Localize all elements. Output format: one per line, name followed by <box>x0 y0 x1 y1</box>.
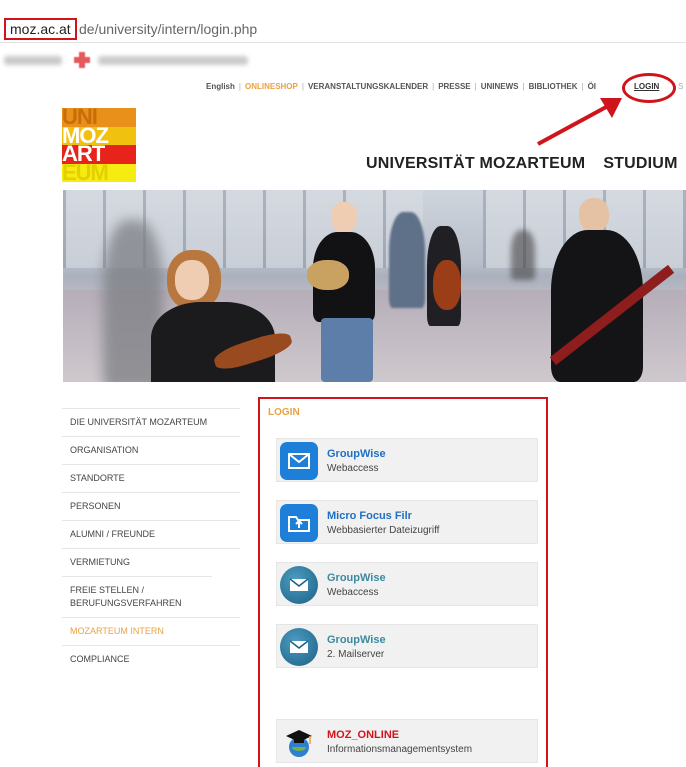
card-subtitle: 2. Mailserver <box>327 649 385 660</box>
site-title: UNIVERSITÄT MOZARTEUM STUDIUM <box>366 155 678 173</box>
envelope-round-icon <box>280 566 318 604</box>
nav-uninews[interactable]: UNINEWS <box>481 82 519 91</box>
sidebar-item-alumni[interactable]: ALUMNI / FREUNDE <box>62 520 240 548</box>
card-title: GroupWise <box>327 448 386 460</box>
graduation-cap-globe-icon <box>280 723 318 761</box>
login-card-groupwise-webaccess[interactable]: GroupWise Webaccess <box>276 438 538 482</box>
nav-veranstaltungskalender[interactable]: VERANSTALTUNGSKALENDER <box>308 82 428 91</box>
login-card-moz-online[interactable]: MOZ_ONLINE Informationsmanagementsystem <box>276 719 538 763</box>
section-title: STUDIUM <box>603 155 678 172</box>
login-title: LOGIN <box>268 407 300 418</box>
login-highlight-circle <box>622 73 676 103</box>
login-card-groupwise-mailserver[interactable]: GroupWise 2. Mailserver <box>276 624 538 668</box>
mozarteum-logo[interactable]: UNI MOZ ART EUM <box>62 108 136 182</box>
card-title: GroupWise <box>327 634 386 646</box>
card-subtitle: Webaccess <box>327 463 379 474</box>
nav-bibliothek[interactable]: BIBLIOTHEK <box>529 82 578 91</box>
nav-truncated: S <box>678 82 684 91</box>
sidebar-item-personen[interactable]: PERSONEN <box>62 492 240 520</box>
card-subtitle: Webaccess <box>327 587 379 598</box>
card-title: MOZ_ONLINE <box>327 729 400 741</box>
logo-row: ART <box>62 145 136 164</box>
card-title: GroupWise <box>327 572 386 584</box>
mail-envelope-icon <box>280 442 318 480</box>
nav-english[interactable]: English <box>206 82 235 91</box>
blurred-text <box>4 56 62 65</box>
nav-oe[interactable]: ÖI <box>588 82 596 91</box>
nav-onlineshop[interactable]: ONLINESHOP <box>245 82 298 91</box>
card-title: Micro Focus Filr <box>327 510 412 522</box>
login-panel: LOGIN GroupWise Webaccess Micro Focus Fi… <box>258 397 548 767</box>
sidebar-item-standorte[interactable]: STANDORTE <box>62 464 240 492</box>
sidebar-item-mozarteum-intern[interactable]: MOZARTEUM INTERN <box>62 617 240 645</box>
logo-row: MOZ <box>62 126 136 145</box>
envelope-round-icon <box>280 628 318 666</box>
logo-row: EUM <box>62 163 136 182</box>
blurred-toolbar <box>0 52 260 72</box>
university-name: UNIVERSITÄT MOZARTEUM <box>366 155 586 172</box>
card-subtitle: Webbasierter Dateizugriff <box>327 525 440 536</box>
sidebar-item-die-universitaet[interactable]: DIE UNIVERSITÄT MOZARTEUM <box>62 408 240 436</box>
address-bar[interactable]: moz.ac.at de/university/intern/login.php <box>0 15 686 43</box>
sidebar-item-freie-stellen[interactable]: FREIE STELLEN / BERUFUNGSVERFAHREN <box>62 576 212 617</box>
logo-row: UNI <box>62 108 136 127</box>
login-card-micro-focus-filr[interactable]: Micro Focus Filr Webbasierter Dateizugri… <box>276 500 538 544</box>
url-path: de/university/intern/login.php <box>79 21 258 37</box>
url-host-highlight: moz.ac.at <box>4 18 77 40</box>
blurred-text <box>98 56 248 65</box>
card-subtitle: Informationsmanagementsystem <box>327 744 473 755</box>
hero-image-musicians <box>63 190 686 382</box>
sidebar-nav: DIE UNIVERSITÄT MOZARTEUM ORGANISATION S… <box>62 408 240 673</box>
login-card-groupwise-webaccess-2[interactable]: GroupWise Webaccess <box>276 562 538 606</box>
sidebar-item-vermietung[interactable]: VERMIETUNG <box>62 548 240 576</box>
sidebar-item-compliance[interactable]: COMPLIANCE <box>62 645 240 673</box>
folder-upload-icon <box>280 504 318 542</box>
nav-presse[interactable]: PRESSE <box>438 82 470 91</box>
red-cross-icon <box>74 52 90 68</box>
sidebar-item-organisation[interactable]: ORGANISATION <box>62 436 240 464</box>
red-arrow-annotation <box>537 98 622 146</box>
